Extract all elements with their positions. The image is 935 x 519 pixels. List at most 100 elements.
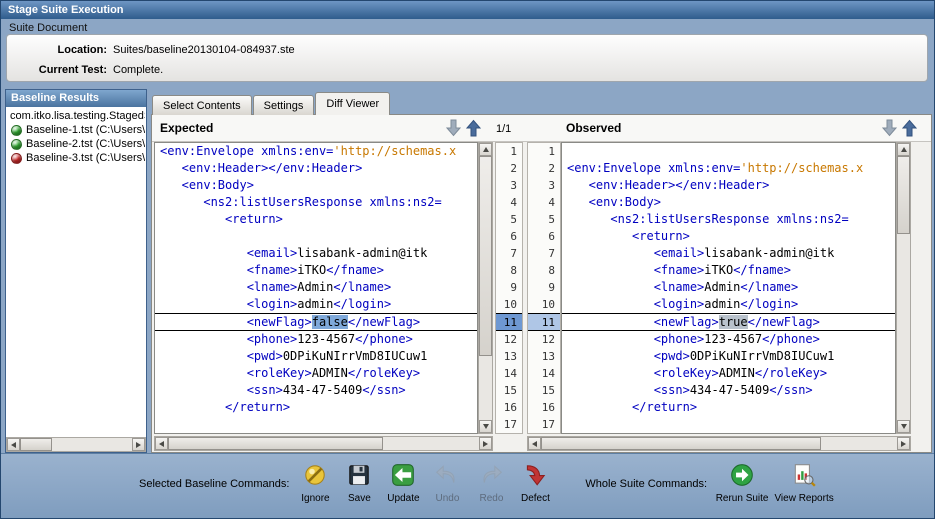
tab-diff-viewer[interactable]: Diff Viewer <box>315 92 390 115</box>
code-line: <pwd>0DPiKuNIrrVmD8IUCuw1 <box>562 348 895 365</box>
right-triangle-icon <box>136 442 141 448</box>
code-line: <phone>123-4567</phone> <box>562 331 895 348</box>
code-line: <newFlag>true</newFlag> <box>562 313 895 330</box>
baseline-item[interactable]: Baseline-3.tst (C:\Users\ <box>7 151 145 165</box>
line-number: 13 <box>528 348 560 365</box>
scrollbar-thumb[interactable] <box>897 156 910 234</box>
scrollbar-thumb[interactable] <box>541 437 821 450</box>
observed-code-pane[interactable]: <env:Envelope xmlns:env='http://schemas.… <box>561 142 896 434</box>
code-line: <email>lisabank-admin@itk <box>562 245 895 262</box>
tab-select-contents[interactable]: Select Contents <box>152 95 252 115</box>
scrollbar-track[interactable] <box>479 156 492 420</box>
line-number: 17 <box>496 416 522 433</box>
toolbar-button-label: Update <box>387 493 419 504</box>
baseline-item[interactable]: Baseline-2.tst (C:\Users\ <box>7 137 145 151</box>
code-line: <env:Envelope xmlns:env='http://schemas.… <box>155 143 477 160</box>
baseline-results-list: com.itko.lisa.testing.StagedSBaseline-1.… <box>7 109 145 436</box>
expected-horizontal-scrollbar[interactable] <box>154 436 493 451</box>
next-diff-down-arrow-icon[interactable] <box>446 119 462 138</box>
scrollbar-track[interactable] <box>168 437 479 450</box>
line-number: 10 <box>528 296 560 313</box>
code-line: <ns2:listUsersResponse xmlns:ns2= <box>562 211 895 228</box>
tab-settings[interactable]: Settings <box>253 95 315 115</box>
scroll-up-button[interactable] <box>479 143 492 156</box>
baseline-commands-group: IgnoreSaveUpdateUndoRedoDefect <box>293 454 557 504</box>
view-reports-button[interactable]: View Reports <box>773 462 835 504</box>
right-triangle-icon <box>901 441 906 447</box>
defect-button[interactable]: Defect <box>513 462 557 504</box>
scroll-right-button[interactable] <box>479 437 492 450</box>
ignore-button[interactable]: Ignore <box>293 462 337 504</box>
code-line: <env:Envelope xmlns:env='http://schemas.… <box>562 160 895 177</box>
suite-document-panel: Location: Suites/baseline20130104-084937… <box>6 34 928 82</box>
scroll-left-button[interactable] <box>7 438 20 451</box>
defect-icon <box>522 462 548 488</box>
rerun-suite-button[interactable]: Rerun Suite <box>711 462 773 504</box>
baseline-horizontal-scrollbar[interactable] <box>6 437 146 452</box>
scrollbar-thumb[interactable] <box>20 438 52 451</box>
diff-header: Expected 1/1 Observed <box>152 115 931 142</box>
scroll-down-button[interactable] <box>479 420 492 433</box>
expected-vertical-scrollbar[interactable] <box>478 142 493 434</box>
pass-status-icon <box>11 139 22 150</box>
prev-diff-up-arrow-icon[interactable] <box>466 119 482 138</box>
code-line: </return> <box>155 399 477 416</box>
line-number: 2 <box>496 160 522 177</box>
line-number: 12 <box>528 331 560 348</box>
code-line: <lname>Admin</lname> <box>155 279 477 296</box>
baseline-class-name: com.itko.lisa.testing.StagedS <box>7 109 145 123</box>
line-number: 5 <box>496 211 522 228</box>
whole-suite-commands-label: Whole Suite Commands: <box>585 478 707 490</box>
down-triangle-icon <box>483 424 489 429</box>
scroll-up-button[interactable] <box>897 143 910 156</box>
code-line: <env:Body> <box>155 177 477 194</box>
scrollbar-thumb[interactable] <box>168 437 383 450</box>
baseline-item-label: Baseline-2.tst (C:\Users\ <box>26 137 145 151</box>
code-line: <roleKey>ADMIN</roleKey> <box>155 365 477 382</box>
line-number: 7 <box>528 245 560 262</box>
scroll-down-button[interactable] <box>897 420 910 433</box>
scroll-left-button[interactable] <box>155 437 168 450</box>
window-title-bar[interactable]: Stage Suite Execution <box>1 1 934 19</box>
line-number: 11 <box>528 313 560 330</box>
undo-button: Undo <box>425 462 469 504</box>
expected-code-pane[interactable]: <env:Envelope xmlns:env='http://schemas.… <box>154 142 478 434</box>
baseline-results-panel: Baseline Results com.itko.lisa.testing.S… <box>5 89 147 453</box>
code-line: <pwd>0DPiKuNIrrVmD8IUCuw1 <box>155 348 477 365</box>
baseline-item[interactable]: Baseline-1.tst (C:\Users\ <box>7 123 145 137</box>
line-number: 11 <box>496 313 522 330</box>
toolbar-button-label: Undo <box>435 493 459 504</box>
observed-line-number-gutter: 1234567891011121314151617 <box>527 142 561 434</box>
suite-document-label: Suite Document <box>9 22 87 34</box>
scroll-left-button[interactable] <box>528 437 541 450</box>
scrollbar-thumb[interactable] <box>479 156 492 356</box>
scroll-right-button[interactable] <box>897 437 910 450</box>
code-line: <env:Header></env:Header> <box>155 160 477 177</box>
scroll-right-button[interactable] <box>132 438 145 451</box>
line-number: 4 <box>496 194 522 211</box>
line-number: 15 <box>496 382 522 399</box>
location-label: Location: <box>7 44 107 56</box>
code-line <box>562 416 895 433</box>
update-button[interactable]: Update <box>381 462 425 504</box>
line-number: 14 <box>528 365 560 382</box>
observed-horizontal-scrollbar[interactable] <box>527 436 911 451</box>
prev-diff-up-arrow-icon[interactable] <box>902 119 918 138</box>
code-line: <fname>iTKO</fname> <box>155 262 477 279</box>
next-diff-down-arrow-icon[interactable] <box>882 119 898 138</box>
line-number: 1 <box>528 143 560 160</box>
rerun-icon <box>729 462 755 488</box>
code-line: <fname>iTKO</fname> <box>562 262 895 279</box>
save-button[interactable]: Save <box>337 462 381 504</box>
code-line: <roleKey>ADMIN</roleKey> <box>562 365 895 382</box>
code-line: <return> <box>562 228 895 245</box>
toolbar-button-label: Ignore <box>301 493 329 504</box>
scrollbar-track[interactable] <box>897 156 910 420</box>
line-number: 10 <box>496 296 522 313</box>
scrollbar-track[interactable] <box>20 438 132 451</box>
observed-vertical-scrollbar[interactable] <box>896 142 911 434</box>
suite-commands-group: Rerun SuiteView Reports <box>711 454 835 504</box>
expected-line-number-gutter: 1234567891011121314151617 <box>495 142 523 434</box>
scrollbar-track[interactable] <box>541 437 897 450</box>
right-triangle-icon <box>483 441 488 447</box>
